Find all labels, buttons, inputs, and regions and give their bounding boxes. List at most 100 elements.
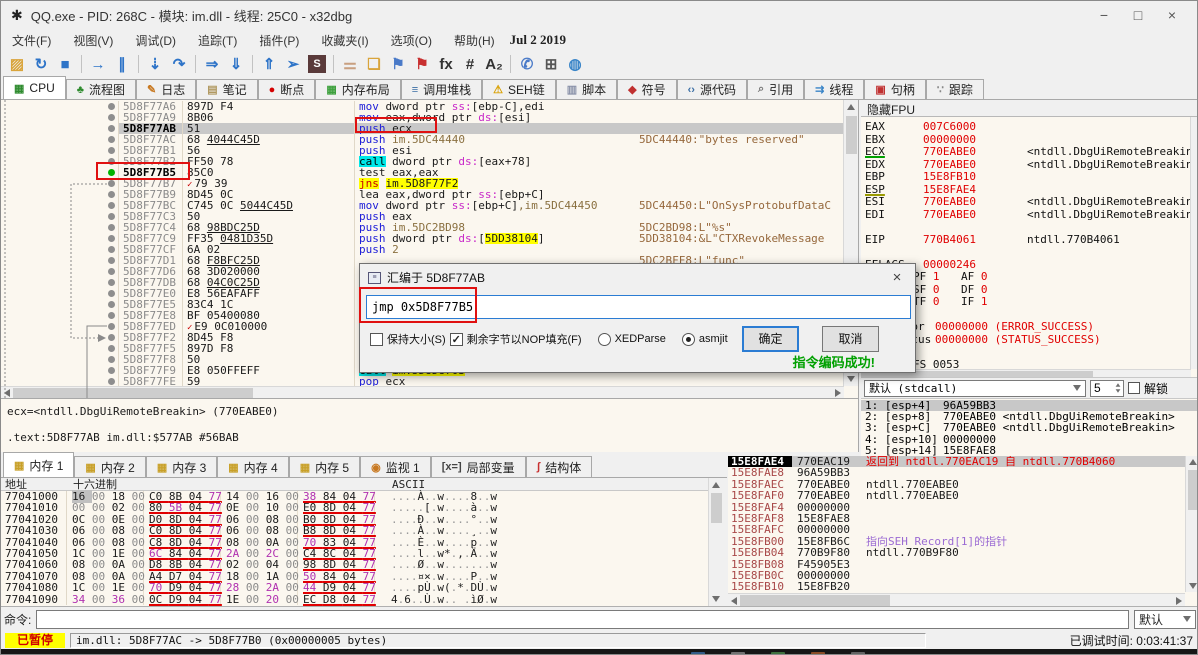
close-button[interactable]: ×: [1155, 7, 1189, 23]
disasm-gutter[interactable]: [1, 189, 119, 200]
row-dot[interactable]: [108, 345, 115, 352]
script-icon[interactable]: S: [308, 55, 326, 73]
run-icon[interactable]: →: [86, 53, 110, 75]
disasm-gutter[interactable]: [1, 277, 119, 288]
disasm-gutter[interactable]: [1, 178, 119, 189]
tab-dump-1[interactable]: ▦ 内存 1: [3, 452, 75, 477]
row-dot[interactable]: [108, 378, 115, 385]
menu-item[interactable]: 视图(V): [62, 29, 124, 52]
nop-fill-checkbox[interactable]: [449, 332, 463, 346]
disasm-gutter[interactable]: [1, 233, 119, 244]
globe-icon[interactable]: ◍: [563, 53, 587, 75]
tab-log[interactable]: ✎ 日志: [135, 79, 197, 99]
disasm-gutter[interactable]: [1, 145, 119, 156]
tab-references[interactable]: ⌕ 引用: [746, 79, 805, 99]
stack-row[interactable]: 15E8FAF0 770EABE0 ntdll.770EABE0: [728, 490, 1197, 502]
comments-icon[interactable]: ❏: [362, 53, 386, 75]
disasm-gutter[interactable]: [1, 310, 119, 321]
tab-symbols[interactable]: ◆ 符号: [617, 79, 677, 99]
tab-breakpoints[interactable]: ● 断点: [257, 79, 316, 99]
restart-icon[interactable]: ↻: [29, 53, 53, 75]
menu-item[interactable]: 插件(P): [248, 29, 310, 52]
register-row[interactable]: EDI 770EABE0 <ntdll.DbgUiRemoteBreakin>: [861, 208, 1197, 222]
row-dot[interactable]: [108, 257, 115, 264]
argument-row[interactable]: 3: [esp+C] 770EABE0 <ntdll.DbgUiRemoteBre…: [861, 422, 1197, 433]
pause-icon[interactable]: ∥: [110, 53, 134, 75]
disasm-vscroll-thumb[interactable]: [846, 116, 857, 154]
cancel-button[interactable]: 取消: [822, 326, 879, 352]
menu-item[interactable]: 帮助(H): [443, 29, 506, 52]
row-dot[interactable]: [108, 246, 115, 253]
row-dot[interactable]: [108, 268, 115, 275]
tab-notes[interactable]: ▤ 笔记: [196, 79, 258, 99]
tab-memory-map[interactable]: ▦ 内存布局: [315, 79, 401, 99]
dump-vscroll-thumb[interactable]: [711, 493, 722, 523]
patches-icon[interactable]: ⚌: [338, 53, 362, 75]
breakpoint-dot[interactable]: [108, 169, 115, 176]
row-dot[interactable]: [108, 191, 115, 198]
command-script-select[interactable]: 默认: [1134, 609, 1196, 629]
phone-icon[interactable]: ✆: [515, 53, 539, 75]
register-row[interactable]: EIP 770B4061 ntdll.770B4061: [861, 233, 1197, 247]
disasm-hscroll-thumb[interactable]: [13, 388, 253, 398]
argument-row[interactable]: 5: [esp+14] 15E8FAE8: [861, 445, 1197, 456]
tab-dump-4[interactable]: ▦ 内存 4: [217, 456, 289, 477]
disasm-gutter[interactable]: [1, 354, 119, 365]
tab-call-stack[interactable]: ≡ 调用堆栈: [400, 79, 483, 99]
tab-source[interactable]: ‹› 源代码: [676, 79, 747, 99]
row-dot[interactable]: [108, 356, 115, 363]
stack-hscroll-thumb[interactable]: [740, 595, 890, 606]
row-dot[interactable]: [108, 136, 115, 143]
keep-size-checkbox[interactable]: [370, 332, 383, 346]
assemble-instruction-input[interactable]: [366, 295, 911, 319]
menu-item[interactable]: 追踪(T): [187, 29, 248, 52]
tab-handles[interactable]: ▣ 句柄: [864, 79, 926, 99]
minimize-button[interactable]: −: [1087, 7, 1121, 23]
row-dot[interactable]: [108, 235, 115, 242]
stop-icon[interactable]: ■: [53, 53, 77, 75]
row-dot[interactable]: [108, 213, 115, 220]
row-dot[interactable]: [108, 202, 115, 209]
assemble-dialog-titlebar[interactable]: ≡ 汇编于 5D8F77AB ×: [360, 264, 915, 291]
run-to-cursor-icon[interactable]: ⇓: [224, 53, 248, 75]
disasm-gutter[interactable]: [1, 299, 119, 310]
row-dot[interactable]: [108, 290, 115, 297]
menu-item[interactable]: 调试(D): [124, 29, 187, 52]
disasm-gutter[interactable]: [1, 332, 119, 343]
menu-item[interactable]: 选项(O): [380, 29, 443, 52]
run-to-user-code-icon[interactable]: ➢: [281, 53, 305, 75]
disasm-gutter[interactable]: [1, 222, 119, 233]
step-over-icon[interactable]: ↷: [167, 53, 191, 75]
tab-trace[interactable]: ∵ 跟踪: [925, 79, 984, 99]
disasm-gutter[interactable]: [1, 343, 119, 354]
tab-dump-2[interactable]: ▦ 内存 2: [74, 456, 146, 477]
row-dot[interactable]: [108, 224, 115, 231]
row-dot[interactable]: [108, 180, 115, 187]
disasm-gutter[interactable]: [1, 134, 119, 145]
disasm-gutter[interactable]: [1, 156, 119, 167]
tab-dump-5[interactable]: ▦ 内存 5: [288, 456, 361, 477]
execute-till-return-icon[interactable]: ⇒: [200, 53, 224, 75]
register-row[interactable]: EDX 770EABE0 <ntdll.DbgUiRemoteBreakin>: [861, 158, 1197, 172]
row-dot[interactable]: [108, 147, 115, 154]
unlock-checkbox[interactable]: [1128, 382, 1140, 394]
tab-seh[interactable]: ⚠ SEH链: [482, 79, 556, 99]
stack-hscrollbar[interactable]: [728, 593, 1185, 606]
calculator-icon[interactable]: ⊞: [539, 53, 563, 75]
disasm-gutter[interactable]: [1, 112, 119, 123]
disasm-gutter[interactable]: [1, 288, 119, 299]
memory-dump-view[interactable]: 地址 十六进制 ASCII 77041000 16 00 18 00 C0 8B 0…: [1, 478, 723, 606]
disasm-gutter[interactable]: [1, 255, 119, 266]
disasm-gutter[interactable]: [1, 101, 119, 112]
stack-row[interactable]: 15E8FB10 15E8FB20: [728, 581, 1197, 593]
dump-vscrollbar[interactable]: [708, 478, 723, 606]
strings-icon[interactable]: A₂: [482, 53, 506, 75]
tab-threads[interactable]: ⇉ 线程: [804, 79, 865, 99]
menu-item[interactable]: 文件(F): [1, 29, 62, 52]
disasm-gutter[interactable]: [1, 200, 119, 211]
menu-item[interactable]: 收藏夹(I): [310, 29, 379, 52]
radio-xedparse[interactable]: [597, 332, 611, 346]
dump-row[interactable]: 77041090 34 00 36 00 0C D9 04 77 1E 00 20 0…: [1, 593, 723, 605]
hash-icon[interactable]: #: [458, 53, 482, 75]
disasm-gutter[interactable]: [1, 167, 119, 178]
